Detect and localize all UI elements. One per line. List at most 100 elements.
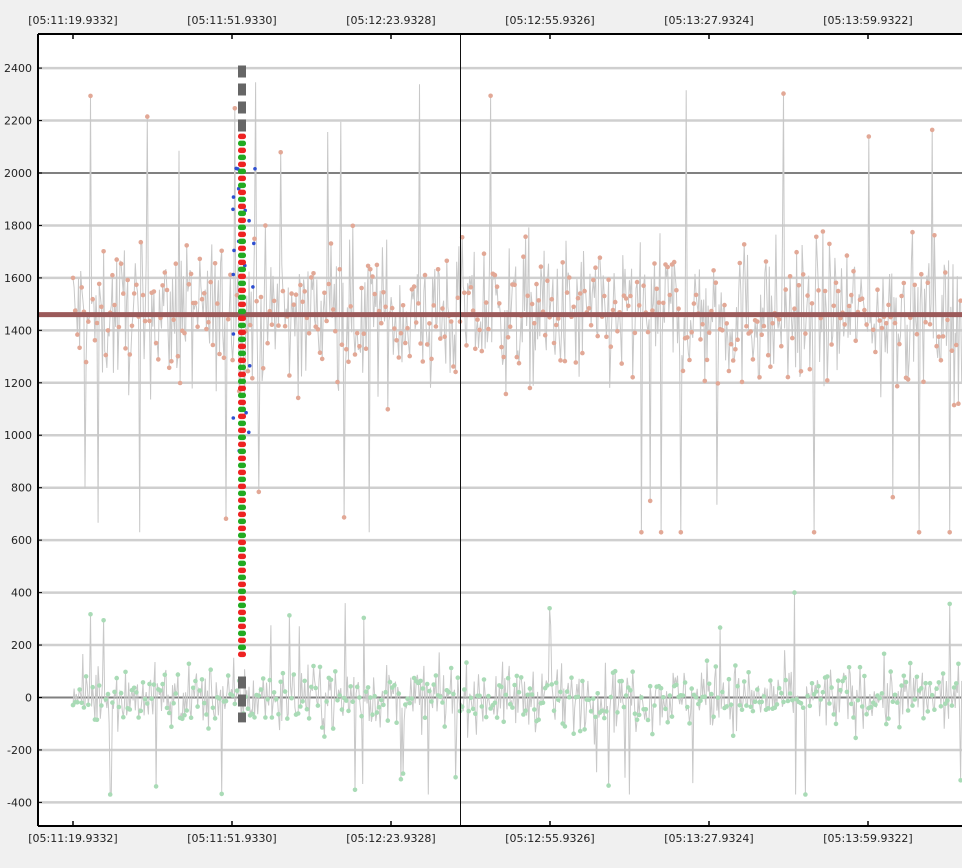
series-upper-point	[873, 349, 878, 355]
series-lower-point	[136, 715, 141, 720]
series-upper-point	[612, 299, 618, 305]
series-lower-point	[790, 697, 795, 703]
series-upper-point	[204, 326, 209, 332]
series-lower-point	[195, 704, 200, 709]
series-lower-point	[252, 715, 257, 720]
series-lower-point	[407, 700, 413, 706]
series-upper-point	[728, 341, 734, 347]
series-lower-point	[741, 679, 747, 684]
series-upper-point	[783, 287, 788, 292]
series-upper-point	[252, 236, 257, 242]
y-tick-label: 2000	[4, 167, 32, 180]
series-upper-point	[407, 353, 413, 359]
series-upper-point	[529, 301, 535, 307]
series-lower-point	[932, 707, 937, 712]
series-upper-point	[811, 530, 817, 535]
series-upper-point	[453, 369, 458, 375]
series-upper-point	[473, 346, 478, 352]
series-lower-point	[606, 783, 611, 788]
marker-dash	[238, 343, 246, 350]
marker-dash	[238, 210, 246, 217]
series-lower-point	[669, 714, 675, 719]
series-lower-point	[835, 678, 841, 683]
series-upper-point	[166, 365, 172, 371]
series-upper-point	[199, 296, 205, 302]
series-upper-point	[403, 340, 408, 346]
series-upper-point	[177, 380, 183, 386]
series-lower-point	[309, 684, 314, 690]
marker-dash	[238, 287, 246, 294]
series-upper-point	[156, 357, 161, 362]
marker-dash	[238, 630, 246, 637]
series-lower-point	[94, 717, 100, 723]
series-lower-point	[577, 728, 583, 734]
series-lower-point	[88, 612, 93, 617]
series-lower-point	[717, 625, 723, 630]
series-lower-point	[501, 719, 507, 725]
y-tick-label: 400	[11, 587, 32, 600]
series-lower-point	[680, 693, 686, 698]
series-lower-point	[107, 792, 113, 797]
series-upper-point	[348, 304, 354, 309]
series-lower-point	[234, 688, 240, 693]
series-lower-point	[219, 791, 224, 797]
blue-point	[231, 207, 235, 212]
series-upper-point	[870, 327, 876, 333]
series-lower-point	[344, 698, 349, 703]
series-lower-point	[315, 703, 321, 708]
series-upper-point	[462, 290, 467, 296]
marker-dash	[238, 133, 246, 140]
series-lower-point	[873, 702, 878, 708]
series-lower-point	[190, 685, 196, 691]
series-upper-point	[182, 330, 187, 336]
series-lower-point	[785, 698, 791, 704]
series-lower-point	[892, 692, 898, 698]
series-upper-point	[678, 530, 684, 535]
series-upper-point	[330, 307, 336, 312]
series-lower-point	[160, 681, 165, 687]
series-lower-point	[372, 693, 378, 699]
series-lower-point	[798, 700, 804, 706]
series-upper-point	[750, 357, 756, 362]
series-upper-point	[184, 243, 189, 248]
series-upper-point	[910, 229, 915, 235]
marker-dash	[238, 595, 246, 602]
series-lower-point	[523, 708, 528, 713]
series-lower-point	[689, 686, 694, 691]
series-lower-point	[368, 695, 373, 700]
series-lower-point	[628, 688, 633, 693]
marker-dash	[238, 238, 246, 245]
series-upper-point	[899, 293, 904, 299]
series-lower-point	[735, 683, 740, 689]
series-upper-point	[831, 303, 837, 309]
series-lower-point	[433, 673, 439, 678]
series-lower-point	[919, 686, 924, 691]
series-lower-point	[925, 709, 931, 714]
series-lower-point	[346, 708, 351, 714]
series-upper-point	[359, 285, 364, 291]
series-lower-point	[604, 709, 609, 714]
series-lower-point	[846, 665, 852, 670]
series-upper-point	[394, 338, 399, 343]
series-lower-point	[333, 669, 338, 674]
series-lower-point	[361, 615, 367, 621]
series-upper-point	[763, 259, 769, 264]
series-lower-point	[825, 674, 830, 679]
series-lower-point	[914, 674, 920, 680]
series-lower-point	[516, 689, 522, 695]
series-lower-point	[121, 714, 126, 720]
marker-dash	[238, 539, 246, 546]
series-lower-point	[787, 691, 793, 696]
series-lower-point	[300, 699, 305, 704]
series-upper-point	[733, 347, 738, 352]
time-series-chart[interactable]: -400 -200 0 200 400 600 800 1000 1200 1400 1600 180…	[0, 0, 962, 864]
series-upper-point	[737, 260, 743, 266]
series-lower-point	[274, 696, 279, 702]
series-lower-point	[803, 792, 808, 797]
series-lower-point	[298, 704, 303, 709]
series-upper-point	[781, 91, 786, 96]
series-upper-point	[258, 294, 264, 300]
series-upper-point	[934, 343, 939, 349]
series-upper-point	[245, 368, 251, 374]
series-lower-point	[385, 718, 391, 723]
